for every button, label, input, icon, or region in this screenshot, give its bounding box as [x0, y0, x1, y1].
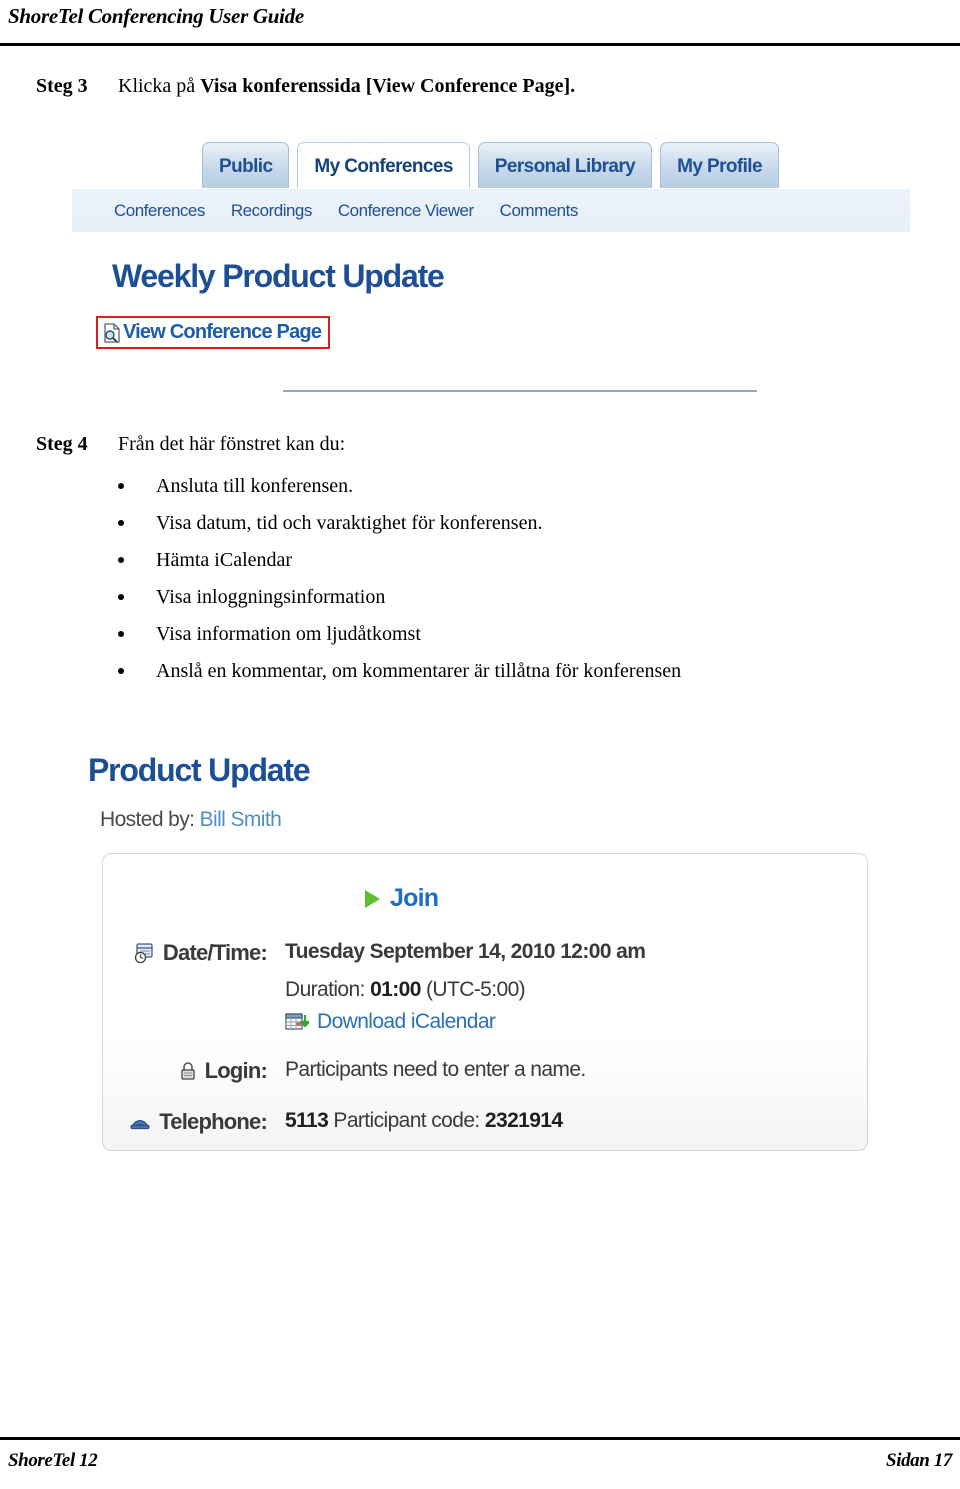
tab-my-profile-label: My Profile [677, 155, 762, 177]
document-search-icon [104, 322, 120, 343]
bullet-text: Visa datum, tid och varaktighet för konf… [156, 512, 543, 534]
participant-code-label: Participant code: [333, 1109, 480, 1132]
host-name: Bill Smith [199, 808, 282, 831]
datetime-label: Date/Time: [162, 940, 268, 965]
step-3-label: Steg 3 [36, 75, 88, 97]
step-3-text-bold: Visa konferenssida [View Conference Page… [200, 75, 571, 97]
product-update-title: Product Update [88, 752, 311, 788]
list-item: Hämta iCalendar [118, 542, 938, 579]
duration-line: Duration: 01:00 (UTC-5:00) [285, 978, 526, 1002]
step-4-label: Steg 4 [36, 433, 88, 455]
subnav-item-conference-viewer[interactable]: Conference Viewer [338, 201, 474, 221]
step-4-bullet-list: Ansluta till konferensen. Visa datum, ti… [118, 468, 938, 690]
telephone-value: 5113 Participant code: 2321914 [267, 1109, 563, 1133]
bullet-text: Visa information om ljudåtkomst [156, 623, 421, 645]
bullet-text: Ansluta till konferensen. [156, 475, 354, 497]
duration-value: 01:00 [370, 978, 421, 1001]
telephone-number: 5113 [285, 1109, 329, 1132]
tab-public-label: Public [219, 155, 273, 177]
subnav-item-recordings[interactable]: Recordings [231, 201, 313, 221]
duration-label: Duration: [285, 978, 365, 1001]
page-header: ShoreTel Conferencing User Guide [0, 0, 960, 46]
padlock-icon [180, 1062, 195, 1080]
bullet-text: Visa inloggningsinformation [156, 586, 386, 608]
tab-strip: Public My Conferences Personal Library M… [202, 140, 779, 190]
duration-timezone: (UTC-5:00) [426, 978, 526, 1001]
view-conference-page-highlight: View Conference Page [96, 316, 331, 349]
step-3-text-suffix: . [570, 75, 576, 97]
bullet-dot-icon [118, 483, 124, 489]
telephone-icon [130, 1119, 150, 1130]
play-icon [365, 889, 380, 908]
footer-product-label: ShoreTel 12 [8, 1450, 98, 1471]
bullet-dot-icon [118, 557, 124, 563]
subnav-item-comments[interactable]: Comments [500, 201, 579, 221]
detail-row-telephone: Telephone: 5113 Participant code: 232191… [103, 1109, 563, 1135]
login-key: Login: [103, 1058, 268, 1084]
conference-detail-panel: Join Date/Time: Tuesday September 14, 20… [102, 853, 868, 1151]
datetime-value: Tuesday September 14, 2010 12:00 am [285, 940, 646, 963]
page-header-title: ShoreTel Conferencing User Guide [8, 4, 304, 28]
weekly-conference-title: Weekly Product Update [112, 258, 445, 294]
join-label: Join [390, 884, 439, 912]
login-label: Login: [204, 1058, 268, 1083]
list-item: Visa inloggningsinformation [118, 579, 938, 616]
bullet-dot-icon [118, 668, 124, 674]
bullet-dot-icon [118, 631, 124, 637]
datetime-key: Date/Time: [103, 940, 268, 966]
participant-code-value: 2321914 [484, 1109, 563, 1132]
step-3-text: Klicka på Visa konferenssida [View Confe… [118, 72, 575, 100]
list-item: Visa information om ljudåtkomst [118, 616, 938, 653]
tab-my-conferences[interactable]: My Conferences [297, 142, 470, 190]
detail-row-login: Login: Participants need to enter a name… [103, 1058, 586, 1084]
screenshot-tabs-image: Public My Conferences Personal Library M… [72, 140, 910, 232]
tab-my-profile[interactable]: My Profile [660, 142, 779, 190]
telephone-key: Telephone: [103, 1109, 268, 1135]
list-item: Anslå en kommentar, om kommentarer är ti… [118, 653, 938, 690]
tab-personal-library[interactable]: Personal Library [477, 142, 653, 190]
footer-page-number: Sidan 17 [886, 1450, 952, 1471]
list-item: Visa datum, tid och varaktighet för konf… [118, 505, 938, 542]
step-4-text: Från det här fönstret kan du: [118, 433, 346, 455]
bullet-text: Hämta iCalendar [156, 549, 293, 571]
screenshot-divider-rule [283, 390, 757, 392]
hosted-by-label: Hosted by: [100, 808, 195, 831]
detail-row-datetime: Date/Time: Tuesday September 14, 2010 12… [103, 940, 646, 966]
calendar-download-icon [285, 1013, 309, 1030]
download-icalendar-link[interactable]: Download iCalendar [285, 1010, 496, 1034]
login-value: Participants need to enter a name. [285, 1058, 586, 1081]
tab-personal-library-label: Personal Library [494, 155, 636, 177]
bullet-dot-icon [118, 520, 124, 526]
step-3-text-prefix: Klicka på [118, 75, 201, 97]
hosted-by-line: Hosted by: Bill Smith [100, 808, 282, 832]
tab-my-conferences-label: My Conferences [314, 155, 453, 177]
screenshot-conference-summary: Weekly Product Update View Conference Pa… [96, 258, 812, 349]
bullet-text: Anslå en kommentar, om kommentarer är ti… [156, 660, 682, 682]
page-footer: ShoreTel 12 Sidan 17 [0, 1437, 960, 1489]
tab-public[interactable]: Public [202, 142, 290, 190]
list-item: Ansluta till konferensen. [118, 468, 938, 505]
download-icalendar-label: Download iCalendar [317, 1010, 496, 1033]
join-conference-button[interactable]: Join [365, 884, 439, 913]
telephone-label: Telephone: [159, 1109, 268, 1134]
view-conference-page-link[interactable]: View Conference Page [123, 321, 322, 344]
subnav-item-conferences[interactable]: Conferences [114, 201, 205, 221]
bullet-dot-icon [118, 594, 124, 600]
calendar-clock-icon [134, 943, 153, 964]
sub-navigation-bar: Conferences Recordings Conference Viewer… [72, 188, 910, 232]
